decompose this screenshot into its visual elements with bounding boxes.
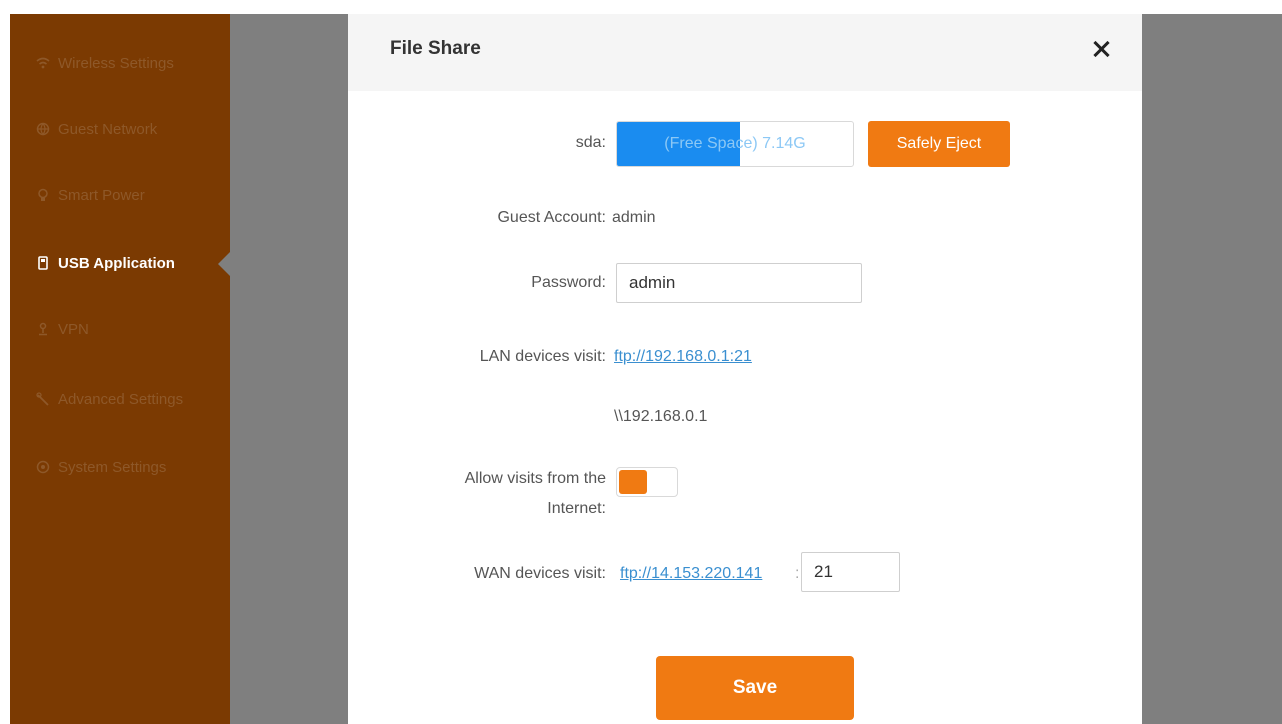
password-field[interactable] xyxy=(616,263,862,303)
sidebar-item-usb-application[interactable]: USB Application xyxy=(36,252,175,274)
file-share-dialog: File Share sda: (Free Space) 7.14G Safel… xyxy=(348,14,1142,724)
dialog-title: File Share xyxy=(390,38,481,59)
wan-port-field[interactable] xyxy=(801,552,900,592)
top-strip xyxy=(0,0,1282,14)
sidebar-item-guest-network[interactable]: Guest Network xyxy=(36,118,157,140)
wan-ftp-link[interactable]: ftp://14.153.220.141 xyxy=(620,565,762,583)
sidebar-item-label: System Settings xyxy=(58,458,167,476)
safely-eject-button[interactable]: Safely Eject xyxy=(868,121,1010,167)
active-indicator xyxy=(218,252,230,276)
sidebar-item-label: VPN xyxy=(58,320,89,338)
wan-devices-label: WAN devices visit: xyxy=(474,565,606,582)
guest-account-label: Guest Account: xyxy=(497,209,606,226)
lan-devices-label: LAN devices visit: xyxy=(479,348,606,365)
sidebar-item-label: Wireless Settings xyxy=(58,54,174,72)
sda-label: sda: xyxy=(575,134,606,151)
globe-icon xyxy=(36,122,50,136)
usb-icon xyxy=(36,256,50,270)
sidebar-item-label: Smart Power xyxy=(58,186,145,204)
guest-account-value: admin xyxy=(612,209,656,226)
bulb-icon xyxy=(36,188,50,202)
lan-smb-path: \\192.168.0.1 xyxy=(614,408,708,425)
vpn-icon xyxy=(36,322,50,336)
toggle-knob xyxy=(619,470,647,494)
storage-free-space: (Free Space) 7.14G xyxy=(664,135,806,152)
sidebar: Wireless Settings Guest Network Smart Po… xyxy=(10,14,230,724)
allow-internet-toggle[interactable] xyxy=(616,467,678,497)
sidebar-item-smart-power[interactable]: Smart Power xyxy=(36,184,145,206)
sidebar-item-label: Guest Network xyxy=(58,120,158,138)
storage-usage-bar: (Free Space) 7.14G xyxy=(616,121,854,167)
wifi-icon xyxy=(36,56,50,70)
sidebar-item-system-settings[interactable]: System Settings xyxy=(36,456,166,478)
password-label: Password: xyxy=(531,274,606,291)
tools-icon xyxy=(36,392,50,406)
close-button[interactable] xyxy=(1088,36,1114,62)
dialog-header: File Share xyxy=(348,14,1142,91)
left-strip xyxy=(0,0,10,724)
sidebar-item-label: Advanced Settings xyxy=(58,390,184,408)
lan-ftp-link[interactable]: ftp://192.168.0.1:21 xyxy=(614,348,752,366)
gear-icon xyxy=(36,460,50,474)
sidebar-item-vpn[interactable]: VPN xyxy=(36,318,89,340)
sidebar-item-advanced-settings[interactable]: Advanced Settings xyxy=(36,388,183,410)
sidebar-item-label: USB Application xyxy=(58,254,175,272)
wan-port-separator: : xyxy=(795,565,800,582)
allow-internet-label-line1: Allow visits from the xyxy=(464,470,606,487)
allow-internet-label-line2: Internet: xyxy=(547,500,606,517)
sidebar-item-wireless-settings[interactable]: Wireless Settings xyxy=(36,52,174,74)
save-button[interactable]: Save xyxy=(656,656,854,720)
